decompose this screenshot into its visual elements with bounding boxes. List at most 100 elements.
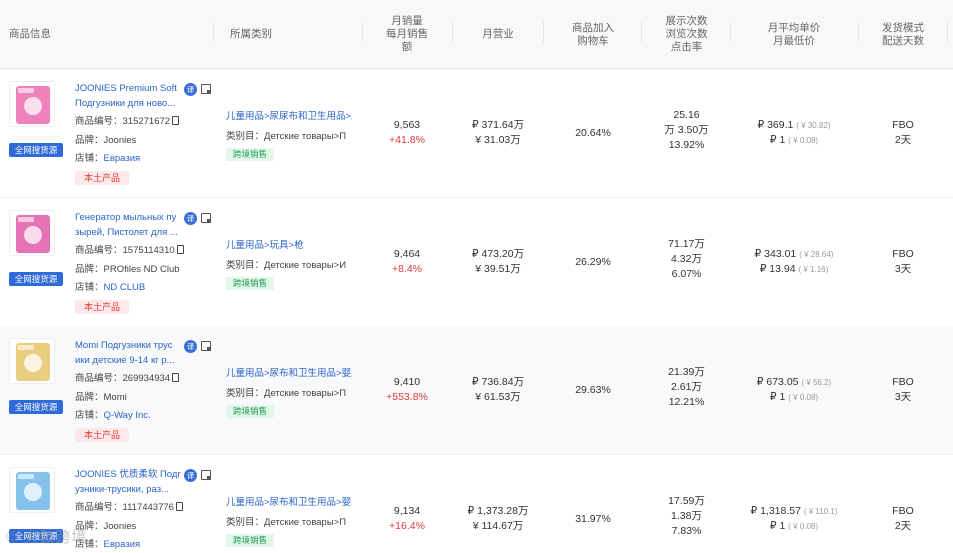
table-row[interactable]: 全网搜货源 JOONIES Premium Soft Подгузники дл…: [0, 69, 953, 198]
ship-days-value: 3天: [894, 263, 912, 275]
views-value: 万 3.50万: [664, 124, 709, 136]
sku-label: 商品编号：: [75, 502, 123, 513]
category-path-link[interactable]: 儿童用品>玩具>枪: [226, 240, 352, 252]
product-thumbnail[interactable]: [9, 467, 55, 513]
revenue-cny-value: ¥ 114.67万: [472, 520, 524, 532]
search-source-button[interactable]: 全网搜货源: [9, 400, 63, 414]
category-ru-label: 类别目：: [226, 388, 265, 399]
ctr-value: 6.07%: [671, 268, 702, 280]
product-title-line: Momi Подгузники трус: [75, 340, 173, 351]
shop-link[interactable]: Евразия: [104, 153, 141, 164]
column-header-shipping[interactable]: 发货模式 配送天数: [860, 0, 946, 69]
copy-icon[interactable]: [172, 116, 180, 125]
avg-price-cny: ( ¥ 110.1): [803, 507, 838, 516]
category-ru-row: 类别目：Детские товары>И: [226, 260, 352, 272]
avg-price-row: ₽ 343.01 ( ¥ 28.64): [732, 247, 856, 262]
revenue-rub-value: ₽ 371.64万: [471, 119, 525, 131]
product-title-link[interactable]: JOONIES Premium Soft Подгузники для ново…: [75, 81, 183, 111]
translate-icon[interactable]: 译: [184, 83, 197, 96]
sku-value: 1117443776: [122, 502, 174, 513]
ship-mode-value: FBO: [892, 119, 914, 131]
sales-growth-value: +553.8%: [386, 391, 428, 403]
shop-link[interactable]: Q-Way Inc.: [104, 410, 151, 421]
category-path-link[interactable]: 儿童用品>尿布和卫生用品>婴儿: [226, 497, 352, 509]
sku-label: 商品编号：: [75, 116, 123, 127]
product-thumbnail[interactable]: [9, 210, 55, 256]
product-title-line: узники-трусики, раз...: [75, 484, 169, 495]
impressions-value: 21.39万: [668, 366, 705, 378]
product-image: [10, 82, 54, 126]
external-link-icon[interactable]: [201, 470, 211, 480]
column-header-label: 所属类别: [230, 28, 272, 40]
column-header-category[interactable]: 所属类别: [221, 0, 361, 69]
cart-rate-value: 29.63%: [575, 384, 611, 396]
column-header-impressions[interactable]: 展示次数 浏览次数 点击率: [643, 0, 730, 69]
product-thumbnail[interactable]: [9, 81, 55, 127]
category-ru-label: 类别目：: [226, 517, 265, 528]
column-divider: [543, 22, 544, 42]
copy-icon[interactable]: [175, 502, 183, 511]
product-title-line: зырей, Пистолет для ...: [75, 227, 178, 238]
monthly-revenue-cell: ₽ 473.20万 ¥ 39.51万: [454, 247, 542, 277]
avg-price-cny: ( ¥ 30.82): [796, 121, 831, 130]
external-link-icon[interactable]: [201, 341, 211, 351]
revenue-cny-value: ¥ 39.51万: [475, 263, 521, 275]
column-header-monthly-sales[interactable]: 月销量 每月销售额: [364, 0, 450, 69]
column-header-label: 每月销售: [386, 28, 428, 40]
shop-link[interactable]: ND CLUB: [104, 282, 146, 293]
impressions-cell: 17.59万 1.38万 7.83%: [643, 494, 730, 539]
copy-icon[interactable]: [176, 245, 184, 254]
column-header-label-group: 商品加入 购物车: [572, 22, 614, 48]
local-product-badge: 本土产品: [75, 300, 130, 314]
monthly-sales-cell: 9,464 +8.4%: [364, 247, 450, 277]
shop-link[interactable]: Евразия: [104, 539, 141, 550]
column-header-label-group: 月销量 每月销售额: [386, 15, 428, 54]
brand-value: PROfiles ND Club: [103, 264, 180, 275]
monthly-sales-cell: 9,410 +553.8%: [364, 375, 450, 405]
views-value: 1.38万: [671, 510, 702, 522]
column-header-unit-price[interactable]: 月平均单价 月最低价: [732, 0, 856, 69]
product-image: [10, 339, 54, 383]
product-title-link[interactable]: Генератор мыльных пу зырей, Пистолет для…: [75, 210, 183, 240]
column-header-product-info[interactable]: 商品信息: [0, 0, 210, 69]
external-link-icon[interactable]: [201, 84, 211, 94]
avg-price-row: ₽ 673.05 ( ¥ 56.2): [732, 375, 856, 390]
sku-row: 商品编号：1575114310: [75, 245, 184, 257]
brand-value: Joonies: [103, 521, 137, 532]
column-header-cart-rate[interactable]: 商品加入 购物车: [545, 0, 641, 69]
avg-price-cny: ( ¥ 56.2): [801, 378, 832, 387]
product-title-link[interactable]: Momi Подгузники трус ики детские 9-14 кг…: [75, 338, 183, 368]
table-row[interactable]: 全网搜货源 Генератор мыльных пу зырей, Пистол…: [0, 198, 953, 327]
category-ru-row: 类别目：Детские товары>П: [226, 517, 352, 529]
monthly-sales-value: 9,563: [393, 119, 421, 131]
translate-icon[interactable]: 译: [184, 212, 197, 225]
min-price-row: ₽ 1 ( ¥ 0.08): [732, 519, 856, 534]
translate-icon[interactable]: 译: [184, 340, 197, 353]
brand-row: 品牌：Momi: [75, 392, 127, 404]
table-row[interactable]: 全网搜货源 Momi Подгузники трус ики детские 9…: [0, 326, 953, 455]
column-header-monthly-revenue[interactable]: 月营业: [454, 0, 542, 69]
table-row[interactable]: 全网搜货源 JOONIES 优质柔软 Подг узники-трусики, …: [0, 455, 953, 553]
column-divider: [452, 22, 453, 42]
avg-price-row: ₽ 1,318.57 ( ¥ 110.1): [732, 504, 856, 519]
product-title-link[interactable]: JOONIES 优质柔软 Подг узники-трусики, раз...: [75, 467, 183, 497]
revenue-rub-value: ₽ 1,373.28万: [467, 505, 529, 517]
min-price-cny: ( ¥ 0.08): [788, 393, 819, 402]
category-path-link[interactable]: 儿童用品>尿尿布和卫生用品>尿: [226, 111, 352, 123]
sku-label: 商品编号：: [75, 373, 123, 384]
product-thumbnail[interactable]: [9, 338, 55, 384]
sku-row: 商品编号：1117443776: [75, 502, 183, 514]
monthly-sales-cell: 9,134 +16.4%: [364, 504, 450, 534]
ctr-value: 7.83%: [671, 525, 702, 537]
copy-icon[interactable]: [172, 373, 180, 382]
ship-mode-value: FBO: [892, 376, 914, 388]
ctr-value: 13.92%: [668, 139, 705, 151]
category-path-link[interactable]: 儿童用品>尿布和卫生用品>婴儿: [226, 368, 352, 380]
search-source-button[interactable]: 全网搜货源: [9, 272, 63, 286]
search-source-button[interactable]: 全网搜货源: [9, 143, 63, 157]
translate-icon[interactable]: 译: [184, 469, 197, 482]
min-price-cny: ( ¥ 0.08): [788, 522, 819, 531]
local-product-badge: 本土产品: [75, 171, 130, 185]
column-header-label-group: 发货模式 配送天数: [882, 22, 924, 48]
external-link-icon[interactable]: [201, 213, 211, 223]
